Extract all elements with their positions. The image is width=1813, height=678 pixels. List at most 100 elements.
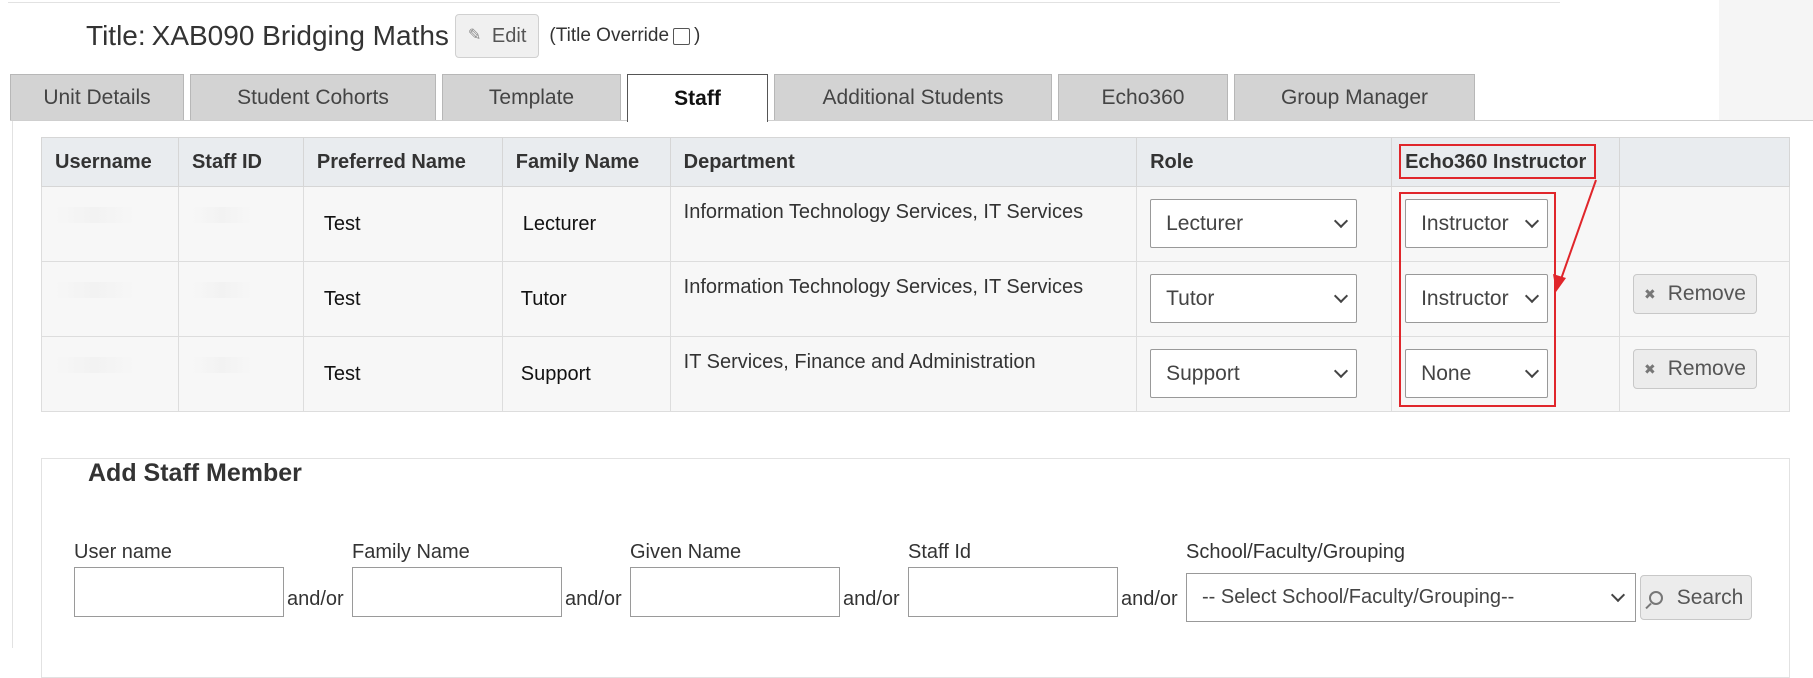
title-row: Title: XAB090 Bridging Maths ✎ Edit (Titl…: [86, 14, 700, 58]
cell-family-name: Lecturer: [501, 186, 671, 262]
tab-group-manager[interactable]: Group Manager: [1234, 74, 1475, 121]
title-label: Title:: [86, 20, 146, 51]
tab-echo360[interactable]: Echo360: [1058, 74, 1228, 121]
given-name-input[interactable]: [630, 567, 840, 617]
family-name-label: Family Name: [352, 541, 470, 563]
title-value: XAB090 Bridging Maths: [151, 20, 449, 51]
col-preferred-name: Preferred Name: [302, 137, 503, 187]
role-value: Support: [1166, 361, 1240, 385]
remove-label: Remove: [1667, 282, 1746, 305]
username-input[interactable]: [74, 567, 284, 617]
search-icon: [1648, 590, 1663, 605]
cell-department: IT Services, Finance and Administration: [669, 336, 1138, 412]
cell-role: Lecturer: [1136, 186, 1393, 262]
redacted-value: [191, 357, 252, 373]
remove-button[interactable]: ✖ Remove: [1632, 274, 1757, 314]
cell-staff-id: [177, 186, 304, 262]
chevron-down-icon: [1334, 213, 1349, 228]
col-department: Department: [669, 137, 1138, 187]
right-panel-bg: [1719, 0, 1813, 120]
andor-label: and/or: [843, 588, 900, 610]
school-label: School/Faculty/Grouping: [1186, 541, 1406, 563]
preferred-name: Test: [323, 288, 361, 310]
highlight-box-column: [1399, 192, 1556, 407]
cell-preferred-name: Test: [302, 336, 503, 412]
family-name: Tutor: [520, 288, 567, 310]
family-name-input[interactable]: [352, 567, 562, 617]
close-icon: ✖: [1643, 285, 1656, 302]
redacted-value: [55, 282, 135, 298]
cell-staff-id: [177, 261, 304, 337]
cell-actions: [1618, 186, 1791, 262]
cell-preferred-name: Test: [302, 186, 503, 262]
department: IT Services, Finance and Administration: [683, 351, 1036, 373]
chevron-down-icon: [1610, 587, 1626, 602]
role-value: Tutor: [1166, 286, 1215, 310]
redacted-value: [191, 282, 252, 298]
redacted-value: [55, 207, 135, 223]
cell-username: [41, 261, 179, 337]
tab-template[interactable]: Template: [442, 74, 621, 121]
title-override: (Title Override ): [549, 25, 700, 47]
andor-label: and/or: [1121, 588, 1178, 610]
tab-additional-students[interactable]: Additional Students: [774, 74, 1052, 121]
andor-label: and/or: [287, 588, 344, 610]
cell-family-name: Tutor: [501, 261, 671, 337]
tab-unit-details[interactable]: Unit Details: [10, 74, 184, 121]
cell-department: Information Technology Services, IT Serv…: [669, 261, 1138, 337]
top-divider: [8, 2, 1560, 3]
tab-student-cohorts[interactable]: Student Cohorts: [190, 74, 436, 121]
family-name: Support: [520, 363, 591, 385]
cell-role: Support: [1136, 336, 1393, 412]
cell-preferred-name: Test: [302, 261, 503, 337]
title-override-checkbox[interactable]: [673, 27, 691, 45]
cell-family-name: Support: [501, 336, 671, 412]
edit-label: Edit: [491, 24, 527, 47]
annotation-arrow-icon: [1553, 179, 1597, 292]
pencil-icon: ✎: [467, 27, 482, 44]
panel-border: [12, 121, 13, 648]
search-button[interactable]: Search: [1640, 575, 1752, 620]
col-staff-id: Staff ID: [177, 137, 304, 187]
andor-label: and/or: [565, 588, 622, 610]
col-username: Username: [41, 137, 179, 187]
tab-bar: Unit Details Student Cohorts Template St…: [10, 74, 1481, 122]
cell-staff-id: [177, 336, 304, 412]
school-select[interactable]: -- Select School/Faculty/Grouping--: [1186, 573, 1636, 622]
chevron-down-icon: [1334, 363, 1349, 378]
chevron-down-icon: [1334, 288, 1349, 303]
redacted-value: [55, 357, 135, 373]
department: Information Technology Services, IT Serv…: [683, 276, 1084, 298]
staff-id-label: Staff Id: [908, 541, 972, 563]
add-staff-legend: Add Staff Member: [86, 459, 304, 488]
role-select[interactable]: Support: [1150, 349, 1358, 398]
cell-actions: ✖ Remove: [1618, 261, 1791, 337]
cell-role: Tutor: [1136, 261, 1393, 337]
username-label: User name: [74, 541, 172, 563]
cell-actions: ✖ Remove: [1618, 336, 1791, 412]
role-select[interactable]: Tutor: [1150, 274, 1358, 323]
tab-staff[interactable]: Staff: [627, 74, 768, 122]
family-name: Lecturer: [522, 213, 597, 235]
search-label: Search: [1676, 585, 1744, 609]
col-role: Role: [1136, 137, 1393, 187]
redacted-value: [191, 207, 252, 223]
school-select-value: -- Select School/Faculty/Grouping--: [1202, 586, 1515, 608]
role-select[interactable]: Lecturer: [1150, 199, 1358, 248]
role-value: Lecturer: [1166, 211, 1244, 235]
remove-label: Remove: [1667, 357, 1746, 380]
tabs-baseline: [10, 120, 1813, 121]
page-title: Title: XAB090 Bridging Maths: [86, 20, 449, 52]
cell-department: Information Technology Services, IT Serv…: [669, 186, 1138, 262]
department: Information Technology Services, IT Serv…: [683, 201, 1084, 223]
staff-id-input[interactable]: [908, 567, 1118, 617]
cell-username: [41, 186, 179, 262]
preferred-name: Test: [323, 213, 361, 235]
edit-title-button[interactable]: ✎ Edit: [454, 14, 540, 58]
close-icon: ✖: [1643, 360, 1656, 377]
col-actions: [1618, 137, 1791, 187]
col-family-name: Family Name: [501, 137, 671, 187]
title-override-suffix: ): [694, 25, 701, 46]
remove-button[interactable]: ✖ Remove: [1632, 349, 1757, 389]
given-name-label: Given Name: [630, 541, 742, 563]
